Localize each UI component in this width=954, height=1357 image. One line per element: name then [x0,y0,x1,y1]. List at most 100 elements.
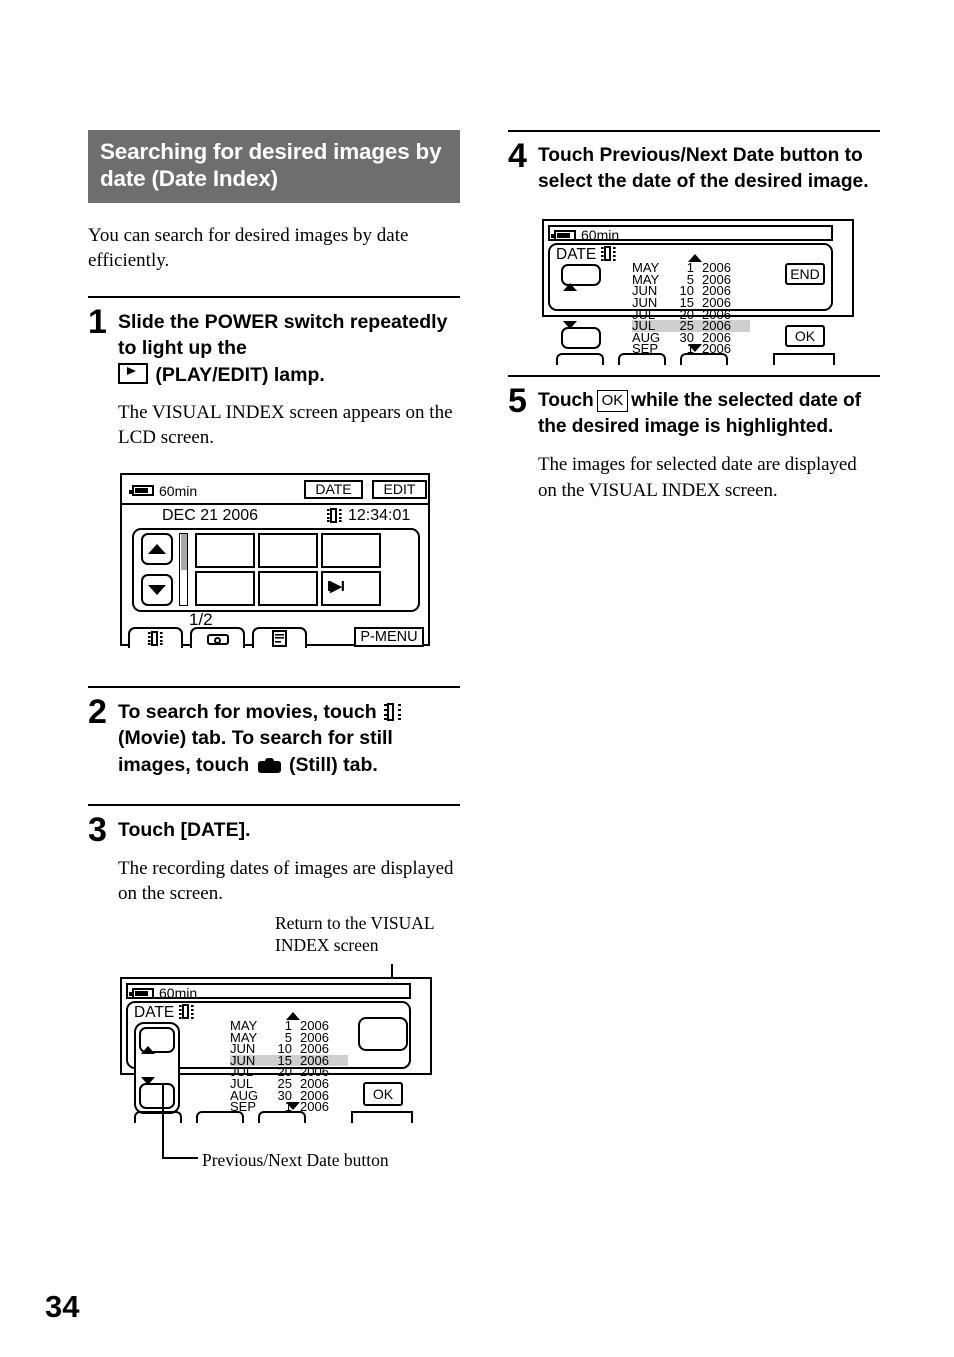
battery-icon [551,229,576,241]
date-list-step4[interactable]: MAY 1 2006 MAY 5 2006 JUN 10 2006 JUN 15 2006 JUL 20 2… [632,261,750,355]
date-year: 2006 [300,1099,329,1115]
callout-leader-bottom-h [162,1157,198,1159]
timecode-label: 12:34:01 [348,506,411,524]
step-3-number: 3 [88,811,107,850]
step-3-illustration-group: Return to the VISUAL INDEX screen 60min … [120,912,480,1182]
date-screen-status-bar: 60min [551,227,619,243]
movie-tab-icon [384,702,402,721]
step-4: 4 Touch Previous/Next Date button to sel… [508,137,880,195]
thumbnail-5[interactable] [258,570,318,606]
left-column: Searching for desired images by date (Da… [88,130,460,906]
date-day: 1 [284,1018,292,1033]
date-day: 30 [679,329,694,345]
p-menu-partial[interactable] [773,353,835,366]
step-3-note: The recording dates of images are displa… [118,857,454,905]
step-5-body: Touch OK while the selected date of the de… [538,388,880,503]
step-1-number: 1 [88,302,107,341]
step-1-text-a: Slide the POWER switch repeatedly to lig… [118,310,448,360]
triangle-down-icon [563,321,577,347]
section-title-banner: Searching for desired images by date (Da… [88,130,460,204]
still-tab-icon [206,631,229,646]
thumbnail-1[interactable] [195,532,255,568]
tab-still[interactable] [190,626,245,648]
step-3: 3 Touch [DATE]. The recording dates of i… [88,811,460,906]
status-separator [122,502,428,505]
date-panel-title: DATE [556,246,616,264]
date-button[interactable]: DATE [304,479,363,499]
battery-time-label: 60min [159,482,198,499]
thumbnail-4[interactable] [195,570,255,606]
tab-still-partial[interactable] [196,1111,244,1123]
triangle-down-icon [141,1077,155,1102]
movie-tab-icon [148,630,163,646]
tab-movie-partial[interactable] [134,1111,182,1123]
thumbnail-2[interactable] [258,532,318,568]
ok-button[interactable]: OK [363,1082,403,1106]
next-date-button[interactable] [561,321,601,350]
visual-index-status-bar: 60min [129,482,198,499]
tab-playlist-partial[interactable] [680,353,728,366]
step-divider [508,375,880,378]
section-intro: You can search for desired images by dat… [88,225,409,272]
tab-playlist[interactable] [252,626,307,648]
p-menu-button[interactable]: P-MENU [354,626,424,647]
edit-button[interactable]: EDIT [372,479,427,499]
battery-icon [129,987,154,999]
step-2-number: 2 [88,692,107,731]
battery-time-label: 60min [159,985,198,1001]
step-divider [88,295,460,298]
step-1-body: Slide the POWER switch repeatedly to lig… [118,309,460,451]
end-button[interactable]: END [785,263,825,286]
previous-date-button[interactable] [561,264,601,292]
date-panel-title: DATE [134,1004,194,1022]
triangle-down-icon [148,584,166,595]
step-1: 1 Slide the POWER switch repeatedly to l… [88,302,460,451]
tab-still-partial[interactable] [618,353,666,366]
step-2-body: To search for movies, touch (Movie) tab.… [118,699,460,779]
triangle-up-icon [141,1029,155,1054]
triangle-up-icon [563,266,577,292]
scrollbar[interactable] [179,532,188,606]
step-4-number: 4 [508,137,527,175]
manual-page: Searching for desired images by date (Da… [0,0,954,1357]
step-1-note: The VISUAL INDEX screen appears on the L… [118,402,453,449]
step-divider [88,804,460,807]
tab-movie-partial[interactable] [556,353,604,366]
thumbnail-6[interactable]: I▶I [321,570,381,606]
callout-previous-next-date: Previous/Next Date button [202,1150,389,1170]
p-menu-partial[interactable] [351,1111,413,1123]
playlist-tab-icon [272,629,287,647]
date-screen-illustration-step4: 60min DATE MAY 1 2006 MAY 5 2006 JUN 10 2006 JUN 1… [542,219,854,366]
battery-icon [129,485,154,497]
date-day: 30 [277,1087,292,1103]
thumbnail-3[interactable] [321,532,381,568]
ok-button[interactable]: OK [785,325,825,348]
scroll-down-button[interactable] [141,573,173,606]
previous-date-button[interactable] [139,1027,175,1054]
step-4-body: Touch Previous/Next Date button to selec… [538,145,869,193]
tab-playlist-partial[interactable] [258,1111,306,1123]
step-divider [88,685,460,688]
page-number: 34 [45,1289,80,1324]
date-screen-illustration-step3: 60min DATE MAY 1 2006 MAY 5 2006 JUN 10 2006 JUN 1… [120,977,432,1123]
step-2-text-a: To search for movies, touch [118,700,377,723]
next-date-button[interactable] [139,1077,175,1109]
step-1-text-b: (PLAY/EDIT) lamp. [155,363,325,386]
right-column: 4 Touch Previous/Next Date button to sel… [508,130,880,503]
visual-index-screen-illustration: 60min DATE EDIT DEC 21 2006 12:34:01 I▶I… [120,472,430,648]
step-2-text-c: (Still) tab. [288,753,378,776]
step-5-note: The images for selected date are display… [538,454,857,501]
movie-mode-icon [327,507,342,523]
callout-return-visual-index: Return to the VISUAL INDEX screen [275,913,434,956]
step-divider [508,130,880,132]
movie-icon [600,246,616,262]
scrollbar-thumb[interactable] [180,533,187,570]
scroll-up-button[interactable] [141,532,173,565]
end-button-outer [358,1017,408,1051]
play-edit-icon [118,362,148,384]
step-5-text-a: Touch [538,390,594,412]
callout-leader-bottom-v [162,1083,164,1159]
step-2: 2 To search for movies, touch (Movie) ta… [88,692,460,779]
tab-movie[interactable] [128,626,183,648]
date-list-step3[interactable]: MAY 1 2006 MAY 5 2006 JUN 10 2006 JUN 15 2006 JUL 20 2… [230,1018,348,1115]
